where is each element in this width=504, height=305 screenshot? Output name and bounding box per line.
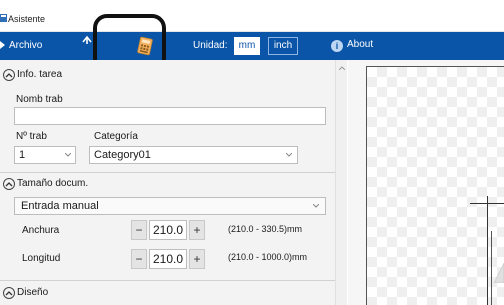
job-no-value: 1	[19, 149, 26, 161]
length-increment-button[interactable]: +	[189, 249, 205, 269]
chevron-down-icon	[65, 153, 71, 157]
doc-size-mode-value: Entrada manual	[21, 200, 99, 212]
job-info-title: Info. tarea	[17, 69, 63, 80]
unit-mm-button[interactable]: mm	[234, 37, 260, 55]
category-label: Categoría	[94, 131, 138, 142]
job-no-label: Nº trab	[16, 131, 47, 142]
width-stepper: − 210.0 +	[131, 220, 207, 240]
doc-size-title: Tamaño docum.	[17, 178, 89, 189]
settings-panel: Info. tarea Nomb trab Nº trab Categoría …	[0, 60, 347, 305]
doc-size-header[interactable]: Tamaño docum.	[0, 175, 335, 193]
width-range: (210.0 - 330.5)mm	[228, 224, 303, 234]
unit-inch-button[interactable]: inch	[268, 37, 298, 55]
about-label: About	[347, 39, 374, 50]
app-icon	[0, 14, 7, 22]
panel-scrollbar[interactable]	[335, 60, 347, 305]
width-increment-button[interactable]: +	[189, 220, 205, 240]
doc-size-mode-select[interactable]: Entrada manual	[14, 197, 326, 215]
chevron-up-icon[interactable]	[3, 287, 15, 299]
undo-arrow-icon[interactable]	[81, 35, 93, 45]
design-title: Diseño	[17, 287, 49, 298]
toolbar: Archivo Unidad: mm inch i About	[0, 32, 504, 60]
section-divider	[0, 172, 335, 173]
info-icon: i	[331, 40, 343, 52]
category-value: Category01	[94, 149, 151, 161]
width-label: Anchura	[22, 225, 60, 236]
file-menu-button[interactable]: Archivo	[0, 40, 42, 51]
chevron-up-icon[interactable]	[3, 69, 15, 81]
chevron-down-icon	[313, 204, 319, 208]
preview-frame-edge	[491, 231, 492, 305]
job-info-header[interactable]: Info. tarea	[0, 66, 335, 84]
corner-marker-icon	[494, 263, 504, 283]
file-menu-label: Archivo	[9, 40, 43, 51]
length-label: Longitud	[22, 253, 61, 264]
title-bar: Asistente	[0, 0, 504, 32]
job-name-label: Nomb trab	[16, 94, 63, 105]
job-no-select[interactable]: 1	[14, 146, 76, 164]
length-stepper: − 210.0 +	[131, 249, 207, 269]
length-decrement-button[interactable]: −	[131, 249, 147, 269]
length-input[interactable]: 210.0	[149, 249, 187, 269]
length-range: (210.0 - 1000.0)mm	[228, 252, 308, 262]
window-title: Asistente	[8, 14, 46, 24]
job-name-input[interactable]	[14, 107, 326, 125]
about-button[interactable]: i About	[331, 39, 373, 52]
width-input[interactable]: 210.0	[149, 220, 187, 240]
preview-canvas[interactable]	[348, 60, 504, 305]
crop-mark-vertical	[487, 196, 488, 305]
chevron-up-icon[interactable]	[3, 178, 15, 190]
section-divider	[0, 280, 335, 281]
design-header[interactable]: Diseño	[0, 284, 335, 302]
chevron-down-icon	[286, 153, 292, 157]
category-select[interactable]: Category01	[89, 146, 298, 164]
scroll-up-icon[interactable]	[339, 66, 345, 70]
unit-label: Unidad:	[193, 40, 228, 51]
document-preview	[366, 66, 504, 305]
menu-arrow-icon	[0, 41, 5, 49]
width-decrement-button[interactable]: −	[131, 220, 147, 240]
